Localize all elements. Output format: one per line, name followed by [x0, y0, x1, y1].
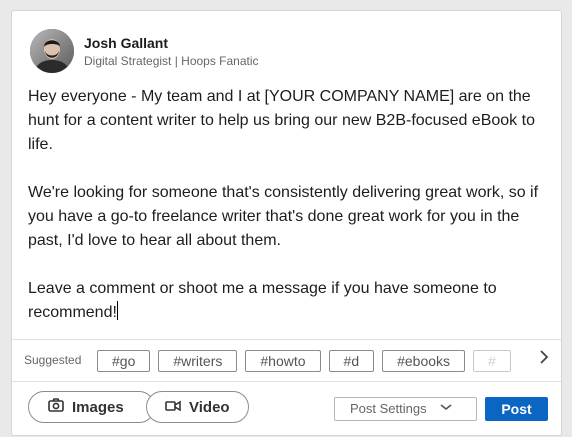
post-settings-label: Post Settings [350, 401, 427, 416]
hashtag-chip[interactable]: #howto [245, 350, 321, 372]
hashtag-chip[interactable]: # [473, 350, 511, 372]
hashtag-suggestions: #go #writers #howto #d #ebooks # [97, 350, 542, 372]
post-text-editor[interactable]: Hey everyone - My team and I at [YOUR CO… [28, 85, 552, 325]
post-button[interactable]: Post [485, 397, 548, 421]
hashtag-chip[interactable]: #d [328, 350, 375, 372]
post-paragraph: We're looking for someone that's consist… [28, 184, 539, 249]
chevron-down-icon [439, 397, 453, 419]
post-settings-dropdown[interactable]: Post Settings [334, 397, 477, 421]
hashtag-chip[interactable]: #ebooks [382, 350, 466, 372]
author-headline: Digital Strategist | Hoops Fanatic [84, 54, 259, 68]
hashtag-chip[interactable]: #go [97, 350, 151, 372]
author-name[interactable]: Josh Gallant [84, 35, 168, 51]
divider [12, 381, 561, 382]
author-avatar [30, 29, 74, 73]
images-button-label: Images [72, 398, 124, 416]
suggested-label: Suggested [24, 353, 82, 367]
share-box: Josh Gallant Digital Strategist | Hoops … [11, 10, 562, 436]
post-paragraph: Leave a comment or shoot me a message if… [28, 277, 552, 325]
video-camera-icon [165, 399, 181, 416]
chevron-right-icon[interactable] [539, 349, 549, 370]
hashtag-chip[interactable]: #writers [158, 350, 238, 372]
divider [12, 339, 561, 340]
add-images-button[interactable]: Images [28, 391, 155, 423]
post-paragraph: Hey everyone - My team and I at [YOUR CO… [28, 88, 535, 153]
text-cursor [116, 301, 118, 320]
add-video-button[interactable]: Video [146, 391, 249, 423]
video-button-label: Video [189, 398, 230, 416]
tags-fade-overlay [512, 347, 540, 375]
camera-icon [48, 398, 64, 416]
post-paragraph-text: Leave a comment or shoot me a message if… [28, 280, 497, 321]
